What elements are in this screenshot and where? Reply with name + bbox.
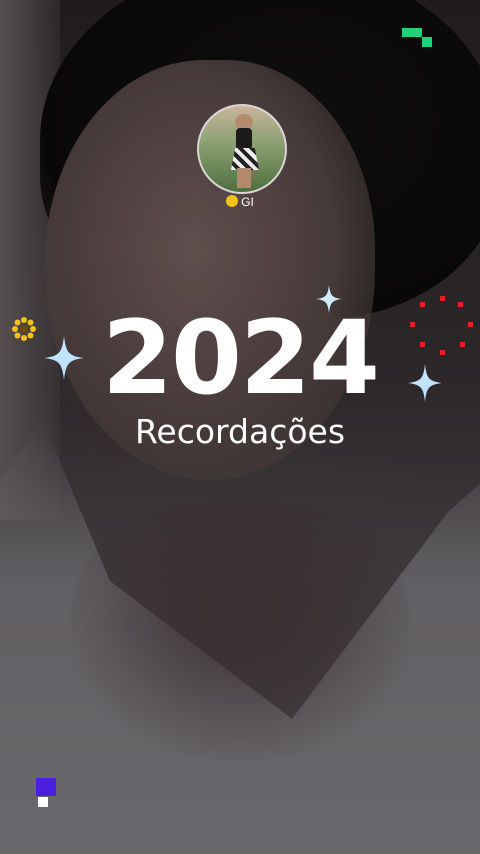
username-label: GI: [241, 195, 254, 209]
profile-username[interactable]: GI: [0, 195, 480, 209]
profile-avatar[interactable]: [197, 104, 287, 194]
purple-pixels-icon: [36, 778, 56, 807]
green-pixels-icon: [402, 28, 432, 47]
smiling-face-icon: [226, 195, 239, 207]
story-screen[interactable]: GI 2024 Recordações: [0, 0, 480, 854]
recap-year: 2024: [102, 299, 380, 418]
recap-subtitle: Recordações: [134, 412, 346, 451]
